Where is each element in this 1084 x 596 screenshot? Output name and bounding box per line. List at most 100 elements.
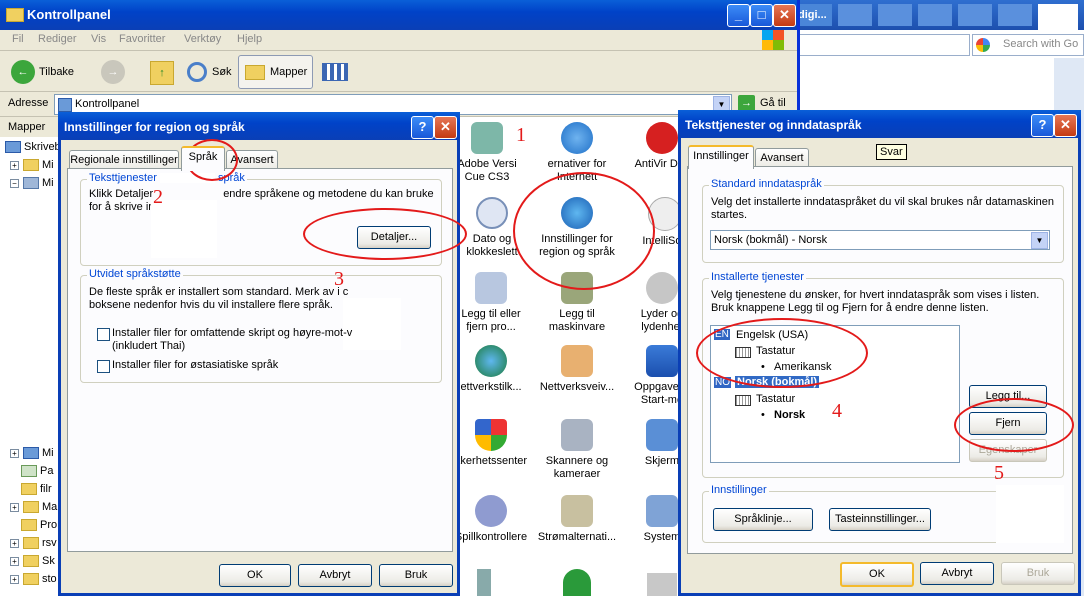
collapse-icon[interactable]: − bbox=[10, 179, 19, 188]
apply-button[interactable]: Bruk bbox=[379, 564, 453, 587]
close-button[interactable]: ✕ bbox=[434, 116, 457, 139]
tree-item[interactable]: + rsv bbox=[10, 535, 57, 551]
ok-button[interactable]: OK bbox=[840, 562, 914, 587]
maximize-button[interactable]: □ bbox=[750, 4, 773, 27]
redaction-block bbox=[996, 485, 1064, 543]
language-bar-button[interactable]: Språklinje... bbox=[713, 508, 813, 531]
key-settings-button[interactable]: Tasteinnstillinger... bbox=[829, 508, 931, 531]
tree-item[interactable]: + Mi bbox=[10, 445, 54, 461]
cp-item[interactable]: kkerhetssenter bbox=[449, 419, 533, 468]
cancel-button[interactable]: Avbryt bbox=[298, 564, 372, 587]
minimize-button[interactable]: _ bbox=[727, 4, 750, 27]
tab-advanced[interactable]: Avansert bbox=[755, 148, 809, 167]
expand-icon[interactable]: + bbox=[10, 557, 19, 566]
network-connections-icon bbox=[475, 345, 507, 377]
menu-favorites[interactable]: Favoritter bbox=[119, 33, 165, 45]
wireless-icon[interactable] bbox=[647, 573, 677, 596]
menu-edit[interactable]: Rediger bbox=[38, 33, 77, 45]
up-folder-icon[interactable]: ↑ bbox=[150, 61, 174, 85]
folders-button-label: Mapper bbox=[270, 66, 308, 78]
folders-button[interactable]: Mapper bbox=[238, 55, 313, 89]
east-asian-checkbox[interactable] bbox=[97, 360, 110, 373]
forward-arrow-icon[interactable]: → bbox=[101, 60, 125, 84]
expand-icon[interactable]: + bbox=[10, 161, 19, 170]
tree-item[interactable]: filr bbox=[21, 481, 52, 497]
help-button[interactable]: ? bbox=[411, 116, 434, 139]
menu-file[interactable]: Fil bbox=[12, 33, 24, 45]
go-button-label[interactable]: Gå til bbox=[760, 97, 786, 109]
search-input[interactable]: Search with Go bbox=[972, 34, 1084, 56]
expand-icon[interactable]: + bbox=[10, 503, 19, 512]
default-language-select[interactable]: Norsk (bokmål) - Norsk ▼ bbox=[710, 230, 1050, 250]
help-button[interactable]: ? bbox=[1031, 114, 1054, 137]
browser-tab[interactable] bbox=[918, 4, 952, 26]
menu-tools[interactable]: Verktøy bbox=[184, 33, 221, 45]
tree-item-label: Ma bbox=[42, 501, 58, 513]
tree-item[interactable]: + sto bbox=[10, 571, 57, 587]
annotation-number: 2 bbox=[153, 186, 163, 208]
layout-item[interactable]: Norsk bbox=[774, 409, 805, 421]
dialog-titlebar[interactable]: Teksttjenester og inndataspråk ? ✕ bbox=[678, 110, 1081, 138]
redaction-block bbox=[819, 423, 885, 439]
select-value: Norsk (bokmål) - Norsk bbox=[714, 234, 828, 246]
tree-item[interactable]: Pa bbox=[21, 463, 53, 479]
browser-tab[interactable] bbox=[878, 4, 912, 26]
tab-settings[interactable]: Innstillinger bbox=[688, 145, 754, 169]
cp-item[interactable]: Spillkontrollere bbox=[449, 495, 533, 544]
browser-tab[interactable] bbox=[998, 4, 1032, 26]
annotation-ellipse bbox=[303, 208, 467, 260]
cancel-button[interactable]: Avbryt bbox=[920, 562, 994, 585]
group-label: Standard inndataspråk bbox=[709, 178, 824, 190]
accessibility-icon[interactable] bbox=[563, 569, 591, 596]
tree-item[interactable]: + Sk bbox=[10, 553, 55, 569]
address-label: Adresse bbox=[8, 97, 49, 109]
apply-button: Bruk bbox=[1001, 562, 1075, 585]
dialog-titlebar[interactable]: Innstillinger for region og språk ? ✕ bbox=[58, 112, 460, 140]
expand-icon[interactable]: + bbox=[10, 449, 19, 458]
search-icon[interactable] bbox=[187, 62, 207, 82]
tree-item[interactable]: + Mi bbox=[10, 157, 54, 173]
browser-tab-active[interactable] bbox=[1038, 4, 1078, 30]
menu-help[interactable]: Hjelp bbox=[237, 33, 262, 45]
desktop-icon bbox=[5, 141, 21, 154]
expand-icon[interactable]: + bbox=[10, 539, 19, 548]
cp-item[interactable]: ettverkstilk... bbox=[449, 345, 533, 394]
phone-modem-icon[interactable] bbox=[477, 569, 491, 596]
tree-item[interactable]: − Mi bbox=[10, 175, 54, 191]
tab-regional-settings[interactable]: Regionale innstillinger bbox=[69, 150, 179, 169]
cp-item[interactable]: Strømalternati... bbox=[535, 495, 619, 544]
search-button-label[interactable]: Søk bbox=[212, 66, 232, 78]
explorer-titlebar[interactable]: Kontrollpanel _ □ ✕ bbox=[0, 0, 797, 30]
browser-tab[interactable]: digi... bbox=[798, 4, 832, 26]
tree-item-label: filr bbox=[40, 483, 52, 495]
browser-tab[interactable] bbox=[838, 4, 872, 26]
tree-item[interactable]: + Ma bbox=[10, 499, 57, 515]
taskbar-start-icon bbox=[646, 345, 678, 377]
cp-item[interactable]: Legg til eller fjern pro... bbox=[449, 272, 533, 334]
expand-icon[interactable]: + bbox=[10, 575, 19, 584]
region-language-dialog: Innstillinger for region og språk ? ✕ Re… bbox=[58, 112, 460, 596]
menu-view[interactable]: Vis bbox=[91, 33, 106, 45]
cp-item[interactable]: Nettverksveiv... bbox=[535, 345, 619, 394]
keyboard-item[interactable]: Tastatur bbox=[756, 393, 795, 405]
tree-item[interactable]: Pro bbox=[21, 517, 57, 533]
tab-label: Språk bbox=[188, 151, 218, 163]
complex-script-checkbox[interactable] bbox=[97, 328, 110, 341]
folder-icon bbox=[21, 483, 37, 496]
browser-tab[interactable] bbox=[958, 4, 992, 26]
windows-logo-icon bbox=[762, 30, 784, 50]
annotation-ellipse bbox=[696, 318, 868, 388]
close-button[interactable]: ✕ bbox=[1054, 114, 1077, 137]
dropdown-arrow-icon[interactable]: ▼ bbox=[1031, 232, 1048, 249]
back-arrow-icon[interactable]: ← bbox=[11, 60, 35, 84]
tree-item-label: Pa bbox=[40, 465, 54, 477]
views-icon[interactable] bbox=[322, 63, 348, 81]
back-button-label[interactable]: Tilbake bbox=[39, 66, 74, 78]
tree-item-label: Mi bbox=[42, 177, 54, 189]
folders-icon bbox=[245, 65, 265, 80]
tab-languages[interactable]: Språk bbox=[181, 146, 225, 171]
browser-url-bar[interactable] bbox=[798, 34, 970, 56]
ok-button[interactable]: OK bbox=[219, 564, 291, 587]
cp-item[interactable]: Skannere og kameraer bbox=[535, 419, 619, 481]
close-button[interactable]: ✕ bbox=[773, 4, 796, 27]
